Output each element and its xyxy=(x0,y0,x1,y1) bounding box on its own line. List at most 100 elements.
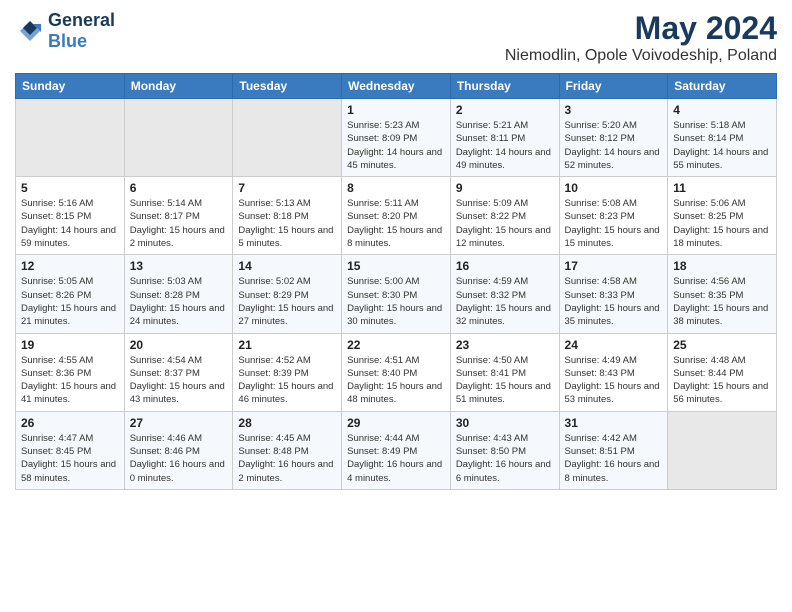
calendar-week-row: 12 Sunrise: 5:05 AMSunset: 8:26 PMDayligh… xyxy=(16,255,777,333)
day-info: Sunrise: 4:51 AMSunset: 8:40 PMDaylight:… xyxy=(347,354,445,407)
day-info: Sunrise: 5:20 AMSunset: 8:12 PMDaylight:… xyxy=(565,119,663,172)
calendar-cell: 30 Sunrise: 4:43 AMSunset: 8:50 PMDayligh… xyxy=(450,411,559,489)
day-info: Sunrise: 4:42 AMSunset: 8:51 PMDaylight:… xyxy=(565,432,663,485)
calendar-table: SundayMondayTuesdayWednesdayThursdayFrid… xyxy=(15,73,777,490)
calendar-cell: 28 Sunrise: 4:45 AMSunset: 8:48 PMDayligh… xyxy=(233,411,342,489)
calendar-cell: 25Sunrise: 4:48 AMSunset: 8:44 PMDayligh… xyxy=(668,333,777,411)
calendar-cell: 31Sunrise: 4:42 AMSunset: 8:51 PMDayligh… xyxy=(559,411,668,489)
day-number: 3 xyxy=(565,103,663,117)
day-info: Sunrise: 5:21 AMSunset: 8:11 PMDaylight:… xyxy=(456,119,554,172)
day-info: Sunrise: 4:59 AMSunset: 8:32 PMDaylight:… xyxy=(456,275,554,328)
calendar-cell: 18 Sunrise: 4:56 AMSunset: 8:35 PMDayligh… xyxy=(668,255,777,333)
calendar-week-row: 1Sunrise: 5:23 AMSunset: 8:09 PMDaylight… xyxy=(16,99,777,177)
day-number: 10 xyxy=(565,181,663,195)
calendar-cell: 21 Sunrise: 4:52 AMSunset: 8:39 PMDayligh… xyxy=(233,333,342,411)
day-info: Sunrise: 4:56 AMSunset: 8:35 PMDaylight:… xyxy=(673,275,771,328)
title-section: May 2024 Niemodlin, Opole Voivodeship, P… xyxy=(505,10,777,65)
col-header-thursday: Thursday xyxy=(450,74,559,99)
calendar-cell: 27 Sunrise: 4:46 AMSunset: 8:46 PMDayligh… xyxy=(124,411,233,489)
day-number: 4 xyxy=(673,103,771,117)
day-number: 13 xyxy=(130,259,228,273)
day-number: 17 xyxy=(565,259,663,273)
day-number: 9 xyxy=(456,181,554,195)
calendar-cell: 3 Sunrise: 5:20 AMSunset: 8:12 PMDaylight… xyxy=(559,99,668,177)
logo-icon xyxy=(15,16,45,46)
calendar-cell: 10Sunrise: 5:08 AMSunset: 8:23 PMDayligh… xyxy=(559,177,668,255)
calendar-cell: 15 Sunrise: 5:00 AMSunset: 8:30 PMDayligh… xyxy=(342,255,451,333)
col-header-wednesday: Wednesday xyxy=(342,74,451,99)
day-info: Sunrise: 4:43 AMSunset: 8:50 PMDaylight:… xyxy=(456,432,554,485)
day-info: Sunrise: 5:11 AMSunset: 8:20 PMDaylight:… xyxy=(347,197,445,250)
day-number: 7 xyxy=(238,181,336,195)
day-info: Sunrise: 4:45 AMSunset: 8:48 PMDaylight:… xyxy=(238,432,336,485)
day-info: Sunrise: 5:00 AMSunset: 8:30 PMDaylight:… xyxy=(347,275,445,328)
calendar-cell: 11 Sunrise: 5:06 AMSunset: 8:25 PMDayligh… xyxy=(668,177,777,255)
calendar-cell: 13Sunrise: 5:03 AMSunset: 8:28 PMDayligh… xyxy=(124,255,233,333)
calendar-cell: 29Sunrise: 4:44 AMSunset: 8:49 PMDayligh… xyxy=(342,411,451,489)
day-number: 12 xyxy=(21,259,119,273)
calendar-cell: 14 Sunrise: 5:02 AMSunset: 8:29 PMDayligh… xyxy=(233,255,342,333)
day-info: Sunrise: 5:06 AMSunset: 8:25 PMDaylight:… xyxy=(673,197,771,250)
calendar-cell: 5 Sunrise: 5:16 AMSunset: 8:15 PMDaylight… xyxy=(16,177,125,255)
day-number: 15 xyxy=(347,259,445,273)
day-number: 6 xyxy=(130,181,228,195)
calendar-cell: 7 Sunrise: 5:13 AMSunset: 8:18 PMDaylight… xyxy=(233,177,342,255)
day-info: Sunrise: 5:14 AMSunset: 8:17 PMDaylight:… xyxy=(130,197,228,250)
day-number: 18 xyxy=(673,259,771,273)
calendar-cell: 20Sunrise: 4:54 AMSunset: 8:37 PMDayligh… xyxy=(124,333,233,411)
subtitle: Niemodlin, Opole Voivodeship, Poland xyxy=(505,47,777,65)
day-number: 5 xyxy=(21,181,119,195)
calendar-cell: 17 Sunrise: 4:58 AMSunset: 8:33 PMDayligh… xyxy=(559,255,668,333)
day-number: 24 xyxy=(565,338,663,352)
calendar-cell xyxy=(668,411,777,489)
day-number: 23 xyxy=(456,338,554,352)
calendar-cell: 4 Sunrise: 5:18 AMSunset: 8:14 PMDaylight… xyxy=(668,99,777,177)
day-number: 27 xyxy=(130,416,228,430)
day-number: 2 xyxy=(456,103,554,117)
logo: General Blue xyxy=(15,10,115,52)
day-info: Sunrise: 5:02 AMSunset: 8:29 PMDaylight:… xyxy=(238,275,336,328)
header: General Blue May 2024 Niemodlin, Opole V… xyxy=(15,10,777,65)
calendar-cell: 8Sunrise: 5:11 AMSunset: 8:20 PMDaylight… xyxy=(342,177,451,255)
day-number: 30 xyxy=(456,416,554,430)
day-info: Sunrise: 5:13 AMSunset: 8:18 PMDaylight:… xyxy=(238,197,336,250)
calendar-cell: 22 Sunrise: 4:51 AMSunset: 8:40 PMDayligh… xyxy=(342,333,451,411)
calendar-cell: 12 Sunrise: 5:05 AMSunset: 8:26 PMDayligh… xyxy=(16,255,125,333)
calendar-header-row: SundayMondayTuesdayWednesdayThursdayFrid… xyxy=(16,74,777,99)
calendar-cell: 9 Sunrise: 5:09 AMSunset: 8:22 PMDaylight… xyxy=(450,177,559,255)
day-info: Sunrise: 4:52 AMSunset: 8:39 PMDaylight:… xyxy=(238,354,336,407)
calendar-week-row: 26Sunrise: 4:47 AMSunset: 8:45 PMDayligh… xyxy=(16,411,777,489)
calendar-week-row: 19Sunrise: 4:55 AMSunset: 8:36 PMDayligh… xyxy=(16,333,777,411)
calendar-cell: 6 Sunrise: 5:14 AMSunset: 8:17 PMDaylight… xyxy=(124,177,233,255)
day-number: 22 xyxy=(347,338,445,352)
col-header-friday: Friday xyxy=(559,74,668,99)
day-info: Sunrise: 5:05 AMSunset: 8:26 PMDaylight:… xyxy=(21,275,119,328)
day-number: 21 xyxy=(238,338,336,352)
calendar-cell: 24 Sunrise: 4:49 AMSunset: 8:43 PMDayligh… xyxy=(559,333,668,411)
day-number: 14 xyxy=(238,259,336,273)
day-info: Sunrise: 5:18 AMSunset: 8:14 PMDaylight:… xyxy=(673,119,771,172)
calendar-cell xyxy=(16,99,125,177)
day-number: 11 xyxy=(673,181,771,195)
day-info: Sunrise: 5:23 AMSunset: 8:09 PMDaylight:… xyxy=(347,119,445,172)
col-header-monday: Monday xyxy=(124,74,233,99)
day-info: Sunrise: 4:46 AMSunset: 8:46 PMDaylight:… xyxy=(130,432,228,485)
day-number: 16 xyxy=(456,259,554,273)
day-info: Sunrise: 5:09 AMSunset: 8:22 PMDaylight:… xyxy=(456,197,554,250)
logo-text: General Blue xyxy=(48,10,115,52)
day-info: Sunrise: 4:48 AMSunset: 8:44 PMDaylight:… xyxy=(673,354,771,407)
calendar-cell: 26Sunrise: 4:47 AMSunset: 8:45 PMDayligh… xyxy=(16,411,125,489)
day-info: Sunrise: 4:49 AMSunset: 8:43 PMDaylight:… xyxy=(565,354,663,407)
day-number: 28 xyxy=(238,416,336,430)
day-number: 20 xyxy=(130,338,228,352)
day-info: Sunrise: 5:16 AMSunset: 8:15 PMDaylight:… xyxy=(21,197,119,250)
calendar-cell xyxy=(233,99,342,177)
main-title: May 2024 xyxy=(505,10,777,47)
calendar-cell: 19Sunrise: 4:55 AMSunset: 8:36 PMDayligh… xyxy=(16,333,125,411)
day-number: 19 xyxy=(21,338,119,352)
page: General Blue May 2024 Niemodlin, Opole V… xyxy=(0,0,792,612)
day-info: Sunrise: 4:50 AMSunset: 8:41 PMDaylight:… xyxy=(456,354,554,407)
calendar-week-row: 5 Sunrise: 5:16 AMSunset: 8:15 PMDaylight… xyxy=(16,177,777,255)
day-info: Sunrise: 4:58 AMSunset: 8:33 PMDaylight:… xyxy=(565,275,663,328)
calendar-cell xyxy=(124,99,233,177)
